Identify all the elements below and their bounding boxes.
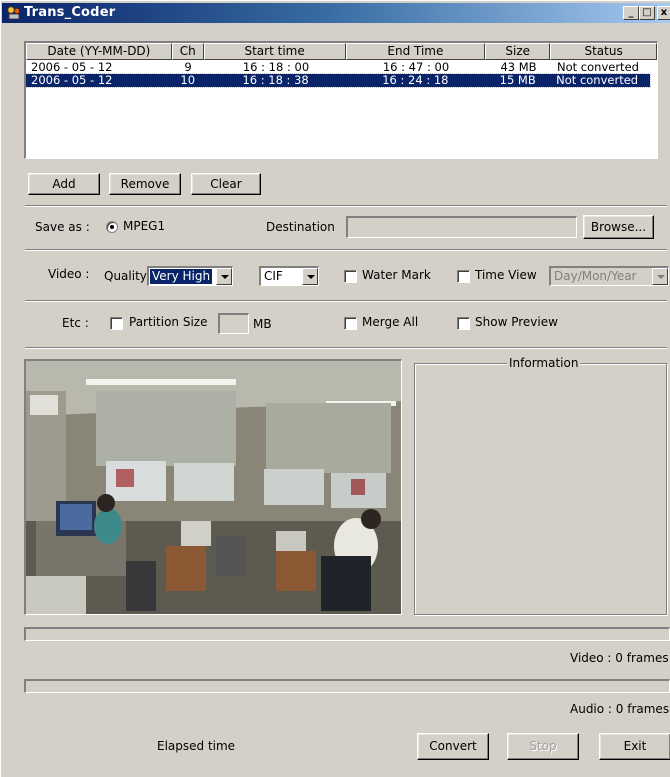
app-icon [7,6,20,20]
mpeg1-radio-label[interactable]: MPEG1 [123,219,165,233]
partition-size-label: Partition Size [129,315,208,329]
information-title: Information [507,356,581,370]
list-header: Date (YY-MM-DD) Ch Start time End Time S… [26,43,657,60]
timeview-label: Time View [475,268,537,282]
remove-button[interactable]: Remove [109,173,181,195]
partition-size-field[interactable] [218,313,249,334]
video-preview [24,359,402,615]
video-progress-bar [24,627,670,641]
maximize-icon[interactable]: □ [639,6,655,20]
dropdown-arrow-icon[interactable] [216,268,232,285]
cell-ch: 9 [184,61,192,74]
destination-label: Destination [266,220,335,234]
cell-status: Not converted [556,74,639,87]
divider [25,205,667,207]
cell-date: 2006 - 05 - 12 [31,61,113,74]
audio-frames-label: Audio : 0 frames [570,702,670,716]
cell-size: 43 MB [500,61,537,74]
elapsed-time-label: Elapsed time [157,739,236,753]
column-status[interactable]: Status [550,43,657,60]
cell-start-time: 16 : 18 : 00 [242,61,310,74]
minimize-icon[interactable]: _ [623,6,639,20]
cell-status: Not converted [557,61,639,74]
column-ch[interactable]: Ch [171,43,204,60]
divider [25,249,667,251]
show-preview-checkbox[interactable] [457,317,470,330]
date-format-value: Day/Mon/Year [554,269,637,283]
cell-size: 15 MB [499,74,536,87]
dropdown-arrow-icon[interactable] [302,268,318,285]
office-camera-image [26,361,401,614]
column-end-time[interactable]: End Time [345,43,486,60]
quality-select[interactable]: Very High [147,266,233,286]
date-format-select: Day/Mon/Year [549,266,669,286]
column-start-time[interactable]: Start time [203,43,346,60]
cell-end-time: 16 : 47 : 00 [382,61,450,74]
audio-progress-bar [24,679,670,693]
stop-button: Stop [507,733,579,760]
watermark-checkbox[interactable] [344,270,357,283]
cell-date: 2006 - 05 - 12 [31,74,113,87]
exit-button[interactable]: Exit [599,733,670,760]
table-row-selected[interactable]: 2006 - 05 - 12 10 16 : 18 : 38 16 : 24 :… [26,73,651,88]
column-size[interactable]: Size [485,43,551,60]
partition-size-checkbox[interactable] [110,317,123,330]
convert-button[interactable]: Convert [417,733,489,760]
quality-label: Quality [104,269,147,283]
close-icon[interactable]: x [657,6,670,20]
trans-coder-window: Trans_Coder _ □ x Date (YY-MM-DD) Ch Sta… [0,0,670,777]
etc-label: Etc : [62,316,89,330]
title-bar[interactable]: Trans_Coder _ □ x [2,3,670,23]
browse-button[interactable]: Browse... [583,215,654,239]
column-date[interactable]: Date (YY-MM-DD) [26,43,172,60]
divider [25,347,667,349]
merge-all-label: Merge All [362,315,419,329]
recording-list[interactable]: Date (YY-MM-DD) Ch Start time End Time S… [24,41,658,159]
merge-all-checkbox[interactable] [344,317,357,330]
resolution-value: CIF [264,269,283,283]
dropdown-arrow-icon [652,268,668,285]
window-title: Trans_Coder [24,5,116,20]
clear-button[interactable]: Clear [191,173,261,195]
destination-field[interactable] [346,216,577,238]
add-button[interactable]: Add [28,173,100,195]
video-frames-label: Video : 0 frames [570,651,669,665]
cell-end-time: 16 : 24 : 18 [382,74,449,87]
show-preview-label: Show Preview [475,315,558,329]
cell-ch: 10 [180,74,196,87]
radio-icon[interactable] [106,221,118,233]
watermark-label: Water Mark [362,268,431,282]
quality-value: Very High [150,269,213,284]
cell-start-time: 16 : 18 : 38 [242,74,309,87]
resolution-select[interactable]: CIF [259,266,319,286]
timeview-checkbox[interactable] [457,270,470,283]
divider [25,300,667,302]
save-as-label: Save as : [35,220,90,234]
video-label: Video : [48,267,90,281]
partition-unit-label: MB [253,317,272,331]
information-panel [414,363,667,615]
table-row[interactable]: 2006 - 05 - 12 9 16 : 18 : 00 16 : 47 : … [26,61,651,74]
